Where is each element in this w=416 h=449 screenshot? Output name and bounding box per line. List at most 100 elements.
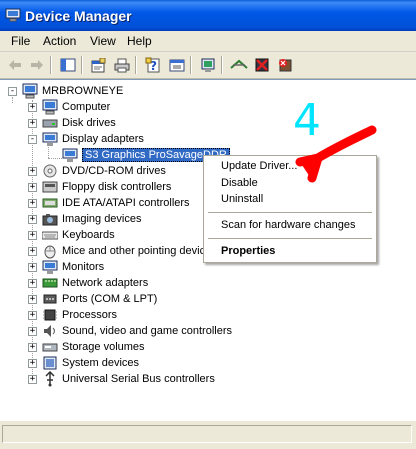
expand-collapse-toggle[interactable]: + (28, 119, 37, 128)
menu-item-disable[interactable]: Disable (221, 177, 258, 189)
forward-arrow-icon[interactable] (27, 55, 47, 75)
menu-divider (208, 238, 372, 239)
menu-view[interactable]: View (90, 34, 116, 48)
tree-category-item[interactable]: System devices (42, 355, 139, 371)
window-title: Device Manager (25, 8, 132, 24)
tree-category-item[interactable]: Network adapters (42, 275, 148, 291)
tree-category-label: Computer (62, 101, 111, 113)
camera-icon (42, 211, 58, 227)
expand-collapse-toggle[interactable]: + (28, 311, 37, 320)
tree-category-item[interactable]: Sound, video and game controllers (42, 323, 232, 339)
expand-collapse-toggle[interactable]: + (28, 359, 37, 368)
storage-volume-icon (42, 339, 58, 355)
display-adapter-icon (62, 147, 78, 163)
tree-category-label: Ports (COM & LPT) (62, 293, 158, 305)
tree-category-item[interactable]: Universal Serial Bus controllers (42, 370, 215, 387)
expand-collapse-toggle[interactable]: + (28, 327, 37, 336)
tree-category-item[interactable]: Floppy disk controllers (42, 179, 171, 195)
back-arrow-icon[interactable] (5, 55, 25, 75)
ide-controller-icon (42, 195, 58, 211)
uninstall-device-icon[interactable] (275, 55, 295, 75)
tree-category-label: Display adapters (62, 133, 144, 145)
disable-device-icon[interactable] (252, 55, 272, 75)
update-driver-icon[interactable] (229, 55, 249, 75)
tree-category-item[interactable]: Mice and other pointing devic (42, 243, 205, 259)
tree-category-item[interactable]: Imaging devices (42, 211, 142, 227)
tree-category-item[interactable]: Disk drives (42, 115, 116, 131)
export-list-icon[interactable] (167, 55, 187, 75)
tree-category-label: IDE ATA/ATAPI controllers (62, 197, 190, 209)
tree-category-label: Floppy disk controllers (62, 181, 172, 193)
tree-category-item[interactable]: DVD/CD-ROM drives (42, 163, 166, 179)
expand-collapse-toggle[interactable]: + (28, 199, 37, 208)
tree-category-label: DVD/CD-ROM drives (62, 165, 166, 177)
tree-category-label: Disk drives (62, 117, 116, 129)
toolbar-separator (81, 56, 83, 74)
tree-category-label: Monitors (62, 261, 105, 273)
expand-collapse-toggle[interactable]: + (28, 103, 37, 112)
menu-item-update-driver[interactable]: Update Driver... (221, 160, 297, 172)
floppy-controller-icon (42, 179, 58, 195)
tree-category-label: Mice and other pointing devic (62, 245, 206, 257)
computer-icon (22, 83, 38, 99)
display-adapter-icon (42, 131, 58, 147)
port-icon (42, 291, 58, 307)
expand-collapse-toggle[interactable]: + (28, 183, 37, 192)
expand-collapse-toggle[interactable]: + (28, 215, 37, 224)
tree-category-label: Imaging devices (62, 213, 142, 225)
title-bar[interactable]: Device Manager (0, 0, 416, 31)
expand-collapse-toggle[interactable]: + (28, 279, 37, 288)
computer-icon (42, 99, 58, 115)
tree-category-item[interactable]: Monitors (42, 259, 104, 275)
expand-collapse-toggle[interactable]: + (28, 263, 37, 272)
toolbar-separator (190, 56, 192, 74)
expand-collapse-toggle[interactable]: + (28, 295, 37, 304)
expand-collapse-toggle[interactable]: + (28, 231, 37, 240)
tree-category-item[interactable]: Processors (42, 307, 117, 323)
menu-item-scan-hardware[interactable]: Scan for hardware changes (221, 219, 356, 231)
tree-category-item[interactable]: Keyboards (41, 227, 115, 243)
menu-item-properties[interactable]: Properties (221, 245, 275, 257)
expand-collapse-toggle[interactable]: + (28, 375, 37, 384)
print-icon[interactable] (112, 55, 132, 75)
toolbar-separator (50, 56, 52, 74)
tree-connector (12, 97, 13, 103)
tree-category-item[interactable]: Ports (COM & LPT) (42, 291, 157, 307)
menu-file[interactable]: File (11, 34, 30, 48)
tree-category-label: Sound, video and game controllers (62, 325, 232, 337)
expand-collapse-toggle[interactable]: + (28, 167, 37, 176)
expand-collapse-toggle[interactable]: + (28, 247, 37, 256)
menu-divider (208, 212, 372, 213)
sound-icon (42, 323, 58, 339)
expand-collapse-toggle[interactable]: + (28, 343, 37, 352)
usb-icon (42, 370, 58, 387)
tree-category-item[interactable]: IDE ATA/ATAPI controllers (42, 195, 190, 211)
tree-category-item[interactable]: Storage volumes (42, 339, 145, 355)
menu-action[interactable]: Action (43, 34, 76, 48)
expand-collapse-toggle[interactable]: - (28, 135, 37, 144)
help-icon[interactable]: ? (143, 55, 163, 75)
tree-category-label: Storage volumes (62, 341, 145, 353)
disk-drive-icon (42, 115, 58, 131)
tree-category-label: System devices (62, 357, 140, 369)
tree-root[interactable]: MRBROWNEYE (22, 83, 123, 99)
menu-help[interactable]: Help (127, 34, 152, 48)
tree-category-label: Network adapters (62, 277, 149, 289)
device-manager-icon (5, 8, 21, 22)
show-hide-console-tree-icon[interactable] (58, 55, 78, 75)
toolbar: ? (0, 52, 416, 79)
scan-hardware-icon[interactable] (198, 55, 218, 75)
system-device-icon (42, 355, 58, 371)
tree-category-label: Processors (62, 309, 118, 321)
tree-category-item[interactable]: Computer (42, 99, 110, 115)
tree-connector (48, 158, 62, 159)
toolbar-separator (135, 56, 137, 74)
cdrom-icon (42, 163, 58, 179)
tree-category-item[interactable]: Display adapters (42, 131, 144, 147)
expand-collapse-toggle[interactable]: - (8, 87, 17, 96)
menu-item-uninstall[interactable]: Uninstall (221, 193, 263, 205)
network-adapter-icon (42, 275, 58, 291)
properties-icon[interactable] (88, 55, 108, 75)
processor-icon (42, 307, 58, 323)
tree-category-label: Universal Serial Bus controllers (62, 373, 215, 385)
